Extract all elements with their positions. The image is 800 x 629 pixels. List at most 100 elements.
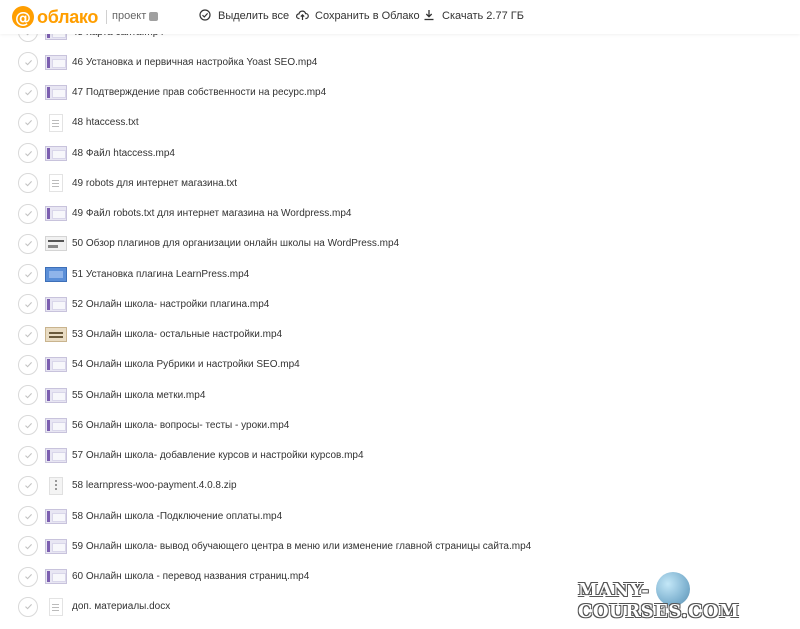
file-row[interactable]: 58 Онлайн школа -Подключение оплаты.mp4: [18, 501, 778, 531]
file-row[interactable]: 48 Файл htaccess.mp4: [18, 138, 778, 168]
save-to-cloud-label: Сохранить в Облако: [315, 10, 420, 22]
check-icon: [24, 150, 32, 156]
row-checkbox[interactable]: [18, 445, 38, 466]
video-thumbnail-icon: [45, 296, 67, 312]
download-icon: [423, 9, 437, 23]
check-icon: [24, 483, 32, 489]
file-row[interactable]: 56 Онлайн школа- вопросы- тесты - уроки.…: [18, 410, 778, 440]
check-circle-icon: [199, 9, 213, 23]
check-icon: [24, 271, 32, 277]
check-icon: [24, 211, 32, 217]
download-button[interactable]: Скачать 2.77 ГБ: [423, 9, 524, 23]
file-row[interactable]: 47 Подтверждение прав собственности на р…: [18, 78, 778, 108]
check-icon: [24, 301, 32, 308]
file-name[interactable]: 57 Онлайн школа- добавление курсов и нас…: [72, 450, 364, 461]
row-checkbox[interactable]: [18, 82, 38, 103]
file-row[interactable]: 46 Установка и первичная настройка Yoast…: [18, 47, 778, 77]
file-row[interactable]: 57 Онлайн школа- добавление курсов и нас…: [18, 441, 778, 471]
check-icon: [24, 453, 32, 459]
file-name[interactable]: 58 Онлайн школа -Подключение оплаты.mp4: [72, 511, 282, 522]
check-icon: [24, 59, 32, 66]
file-name[interactable]: 49 robots для интернет магазина.txt: [72, 178, 237, 189]
row-checkbox[interactable]: [18, 354, 38, 375]
file-row[interactable]: 55 Онлайн школа метки.mp4: [18, 380, 778, 410]
video-thumbnail-icon: [45, 448, 67, 463]
row-checkbox[interactable]: [18, 143, 38, 163]
video-thumbnail-icon: [45, 145, 67, 161]
file-name[interactable]: 47 Подтверждение прав собственности на р…: [72, 87, 326, 98]
document-file-icon: [49, 597, 63, 616]
document-file-icon: [49, 174, 63, 193]
file-name[interactable]: доп. материалы.docx: [72, 601, 170, 612]
video-thumbnail-icon: [45, 569, 67, 584]
file-row[interactable]: 48 htaccess.txt: [18, 108, 778, 138]
row-checkbox[interactable]: [18, 475, 38, 496]
file-name[interactable]: 51 Установка плагина LearnPress.mp4: [72, 269, 249, 280]
check-icon: [24, 180, 32, 187]
at-logo-icon: @: [12, 6, 34, 28]
file-row[interactable]: 49 Файл robots.txt для интернет магазина…: [18, 199, 778, 229]
file-name[interactable]: 52 Онлайн школа- настройки плагина.mp4: [72, 299, 269, 310]
file-row[interactable]: 50 Обзор плагинов для организации онлайн…: [18, 229, 778, 259]
file-row[interactable]: 59 Онлайн школа- вывод обучающего центра…: [18, 531, 778, 561]
select-all-label: Выделить все: [218, 10, 290, 22]
file-row[interactable]: 51 Установка плагина LearnPress.mp4: [18, 259, 778, 289]
row-checkbox[interactable]: [18, 536, 38, 557]
check-icon: [24, 241, 32, 247]
video-thumbnail-icon: [45, 357, 67, 373]
row-checkbox[interactable]: [18, 506, 38, 526]
header: @ облако проект Выделить все Сохранить в…: [0, 0, 800, 34]
check-icon: [24, 90, 32, 96]
file-row[interactable]: 52 Онлайн школа- настройки плагина.mp4: [18, 289, 778, 319]
check-icon: [24, 574, 32, 580]
video-thumbnail-icon: [45, 266, 67, 282]
file-name[interactable]: 55 Онлайн школа метки.mp4: [72, 390, 205, 401]
save-to-cloud-button[interactable]: Сохранить в Облако: [296, 9, 420, 23]
download-label: Скачать 2.77 ГБ: [442, 10, 524, 22]
row-checkbox[interactable]: [18, 294, 38, 315]
logo-text: облако: [37, 6, 99, 27]
select-all-button[interactable]: Выделить все: [199, 9, 289, 23]
check-icon: [24, 604, 32, 610]
row-checkbox[interactable]: [18, 385, 38, 405]
file-name[interactable]: 53 Онлайн школа- остальные настройки.mp4: [72, 329, 282, 340]
file-name[interactable]: 59 Онлайн школа- вывод обучающего центра…: [72, 541, 531, 552]
document-file-icon: [49, 113, 63, 132]
file-name[interactable]: 54 Онлайн школа Рубрики и настройки SEO.…: [72, 359, 300, 370]
row-checkbox[interactable]: [18, 112, 38, 133]
row-checkbox[interactable]: [18, 566, 38, 587]
video-thumbnail-icon: [45, 387, 67, 403]
file-name[interactable]: 48 htaccess.txt: [72, 117, 139, 128]
video-thumbnail-icon: [45, 508, 67, 524]
file-row[interactable]: 53 Онлайн школа- остальные настройки.mp4: [18, 320, 778, 350]
file-name[interactable]: 58 learnpress-woo-payment.4.0.8.zip: [72, 480, 237, 491]
cloud-logo[interactable]: @ облако: [12, 6, 98, 28]
video-thumbnail-icon: [45, 538, 67, 554]
row-checkbox[interactable]: [18, 233, 38, 254]
check-icon: [24, 543, 32, 550]
file-row[interactable]: 49 robots для интернет магазина.txt: [18, 168, 778, 198]
file-row[interactable]: 54 Онлайн школа Рубрики и настройки SEO.…: [18, 350, 778, 380]
file-name[interactable]: 46 Установка и первичная настройка Yoast…: [72, 57, 317, 68]
video-thumbnail-icon: [45, 206, 67, 221]
file-row[interactable]: 58 learnpress-woo-payment.4.0.8.zip: [18, 471, 778, 501]
zip-file-icon: [49, 476, 63, 495]
row-checkbox[interactable]: [18, 203, 38, 224]
file-name[interactable]: 60 Онлайн школа - перевод названия стран…: [72, 571, 309, 582]
video-thumbnail-icon: [45, 417, 67, 433]
row-checkbox[interactable]: [18, 52, 38, 73]
file-name[interactable]: 56 Онлайн школа- вопросы- тесты - уроки.…: [72, 420, 289, 431]
file-name[interactable]: 48 Файл htaccess.mp4: [72, 148, 175, 159]
video-thumbnail-icon: [45, 327, 67, 342]
row-checkbox[interactable]: [18, 264, 38, 284]
cloud-upload-icon: [296, 9, 310, 23]
row-checkbox[interactable]: [18, 173, 38, 194]
folder-title: проект: [112, 10, 159, 22]
check-icon: [24, 332, 32, 338]
file-name[interactable]: 50 Обзор плагинов для организации онлайн…: [72, 238, 399, 249]
row-checkbox[interactable]: [18, 324, 38, 345]
file-name[interactable]: 49 Файл robots.txt для интернет магазина…: [72, 208, 351, 219]
row-checkbox[interactable]: [18, 596, 38, 617]
folder-badge-icon: [149, 11, 159, 21]
row-checkbox[interactable]: [18, 415, 38, 436]
